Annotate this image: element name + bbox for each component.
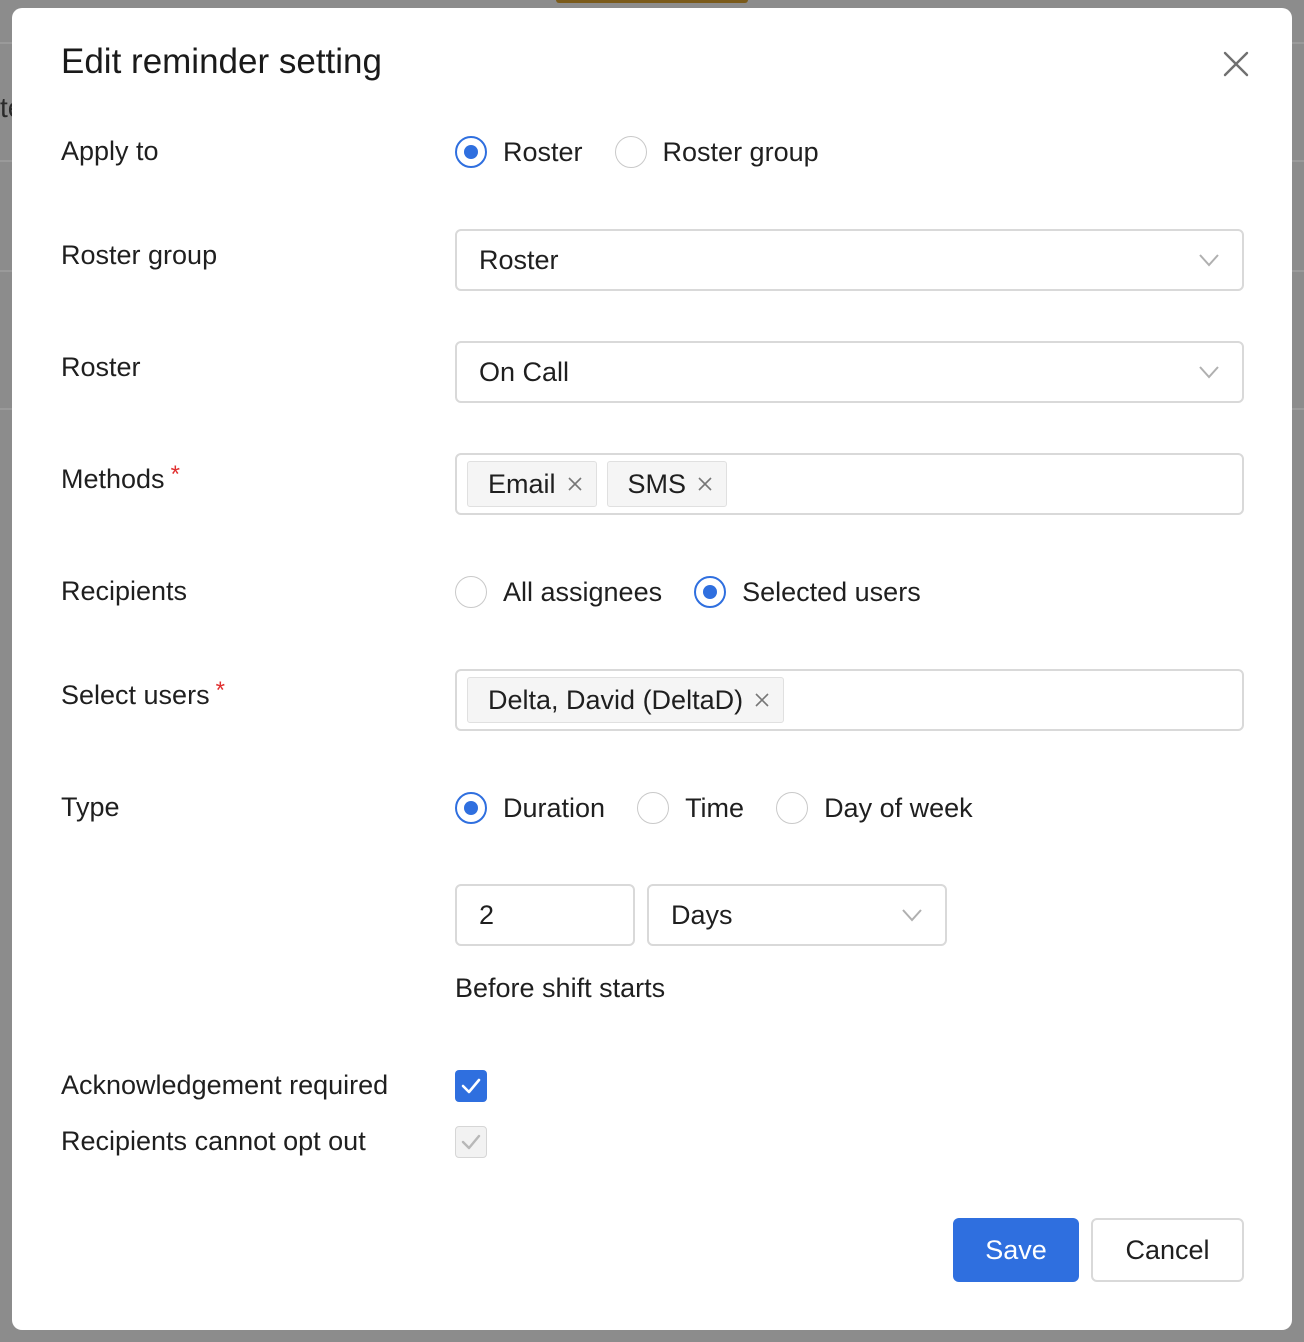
method-tag-email: Email (467, 461, 597, 507)
apply-to-roster-option[interactable]: Roster (455, 136, 583, 168)
radio-label: Selected users (742, 576, 921, 607)
tag-label: Delta, David (DeltaD) (488, 684, 744, 715)
methods-label: Methods * (61, 461, 180, 495)
duration-unit-value: Days (671, 899, 733, 930)
roster-group-value: Roster (479, 244, 559, 275)
type-label: Type (61, 792, 120, 822)
roster-value: On Call (479, 356, 570, 387)
method-tag-sms: SMS (606, 461, 728, 507)
recipients-all-assignees-option[interactable]: All assignees (455, 576, 662, 608)
roster-select[interactable]: On Call (455, 341, 1244, 403)
methods-label-text: Methods (61, 464, 165, 494)
type-day-of-week-option[interactable]: Day of week (776, 792, 973, 824)
chevron-down-icon (902, 909, 922, 922)
radio-label: Duration (503, 792, 606, 823)
radio-unchecked[interactable] (637, 792, 670, 824)
roster-label: Roster (61, 352, 141, 382)
select-users-label: Select users * (61, 677, 225, 711)
opt-out-label: Recipients cannot opt out (61, 1126, 366, 1156)
cancel-button[interactable]: Cancel (1091, 1218, 1244, 1282)
apply-to-label: Apply to (61, 136, 159, 166)
save-button[interactable]: Save (953, 1218, 1079, 1282)
select-users-multiselect[interactable]: Delta, David (DeltaD) (455, 669, 1244, 731)
radio-label: All assignees (503, 576, 663, 607)
radio-unchecked[interactable] (455, 576, 487, 608)
radio-label: Time (685, 792, 745, 823)
apply-to-roster-group-option[interactable]: Roster group (614, 136, 819, 168)
acknowledgement-checkbox[interactable] (455, 1070, 487, 1102)
chevron-down-icon (1199, 366, 1219, 379)
radio-checked[interactable] (455, 792, 487, 824)
duration-unit-select[interactable]: Days (647, 884, 947, 946)
recipients-selected-users-option[interactable]: Selected users (694, 576, 921, 608)
required-mark: * (170, 461, 180, 488)
user-tag: Delta, David (DeltaD) (467, 677, 785, 723)
check-icon (461, 1134, 481, 1150)
type-time-option[interactable]: Time (637, 792, 744, 824)
close-icon (567, 477, 582, 491)
radio-label: Roster group (662, 136, 819, 167)
radio-unchecked[interactable] (776, 792, 809, 824)
close-icon (698, 477, 712, 491)
acknowledgement-label: Acknowledgement required (61, 1070, 389, 1100)
apply-to-radio-group: Roster Roster group (455, 136, 851, 168)
tag-label: SMS (627, 468, 687, 499)
type-radio-group: Duration Time Day of week (455, 792, 1005, 824)
radio-checked[interactable] (694, 576, 727, 608)
chevron-down-icon (1199, 254, 1219, 267)
edit-reminder-modal: Edit reminder setting Apply to Roster Ro… (12, 8, 1292, 1330)
backdrop-text: te (0, 92, 12, 123)
modal-title: Edit reminder setting (61, 42, 382, 81)
radio-checked[interactable] (455, 136, 487, 168)
duration-hint: Before shift starts (455, 973, 666, 1003)
close-icon (755, 693, 769, 707)
type-duration-option[interactable]: Duration (455, 792, 605, 824)
opt-out-checkbox (455, 1126, 487, 1158)
required-mark: * (215, 677, 225, 704)
radio-label: Roster (503, 136, 583, 167)
roster-group-select[interactable]: Roster (455, 229, 1244, 291)
backdrop-accent-bar (556, 0, 748, 3)
radio-unchecked[interactable] (614, 136, 647, 168)
radio-label: Day of week (824, 792, 973, 823)
remove-tag-button[interactable] (755, 693, 769, 707)
roster-group-label: Roster group (61, 240, 218, 270)
recipients-label: Recipients (61, 576, 188, 606)
close-icon (1223, 51, 1249, 77)
remove-tag-button[interactable] (567, 477, 582, 491)
select-users-label-text: Select users (61, 680, 210, 710)
duration-amount-input[interactable]: 2 (455, 884, 635, 946)
tag-label: Email (488, 468, 556, 499)
close-button[interactable] (1218, 46, 1254, 82)
recipients-radio-group: All assignees Selected users (455, 576, 953, 608)
check-icon (461, 1078, 481, 1094)
remove-tag-button[interactable] (698, 477, 712, 491)
methods-multiselect[interactable]: Email SMS (455, 453, 1244, 515)
